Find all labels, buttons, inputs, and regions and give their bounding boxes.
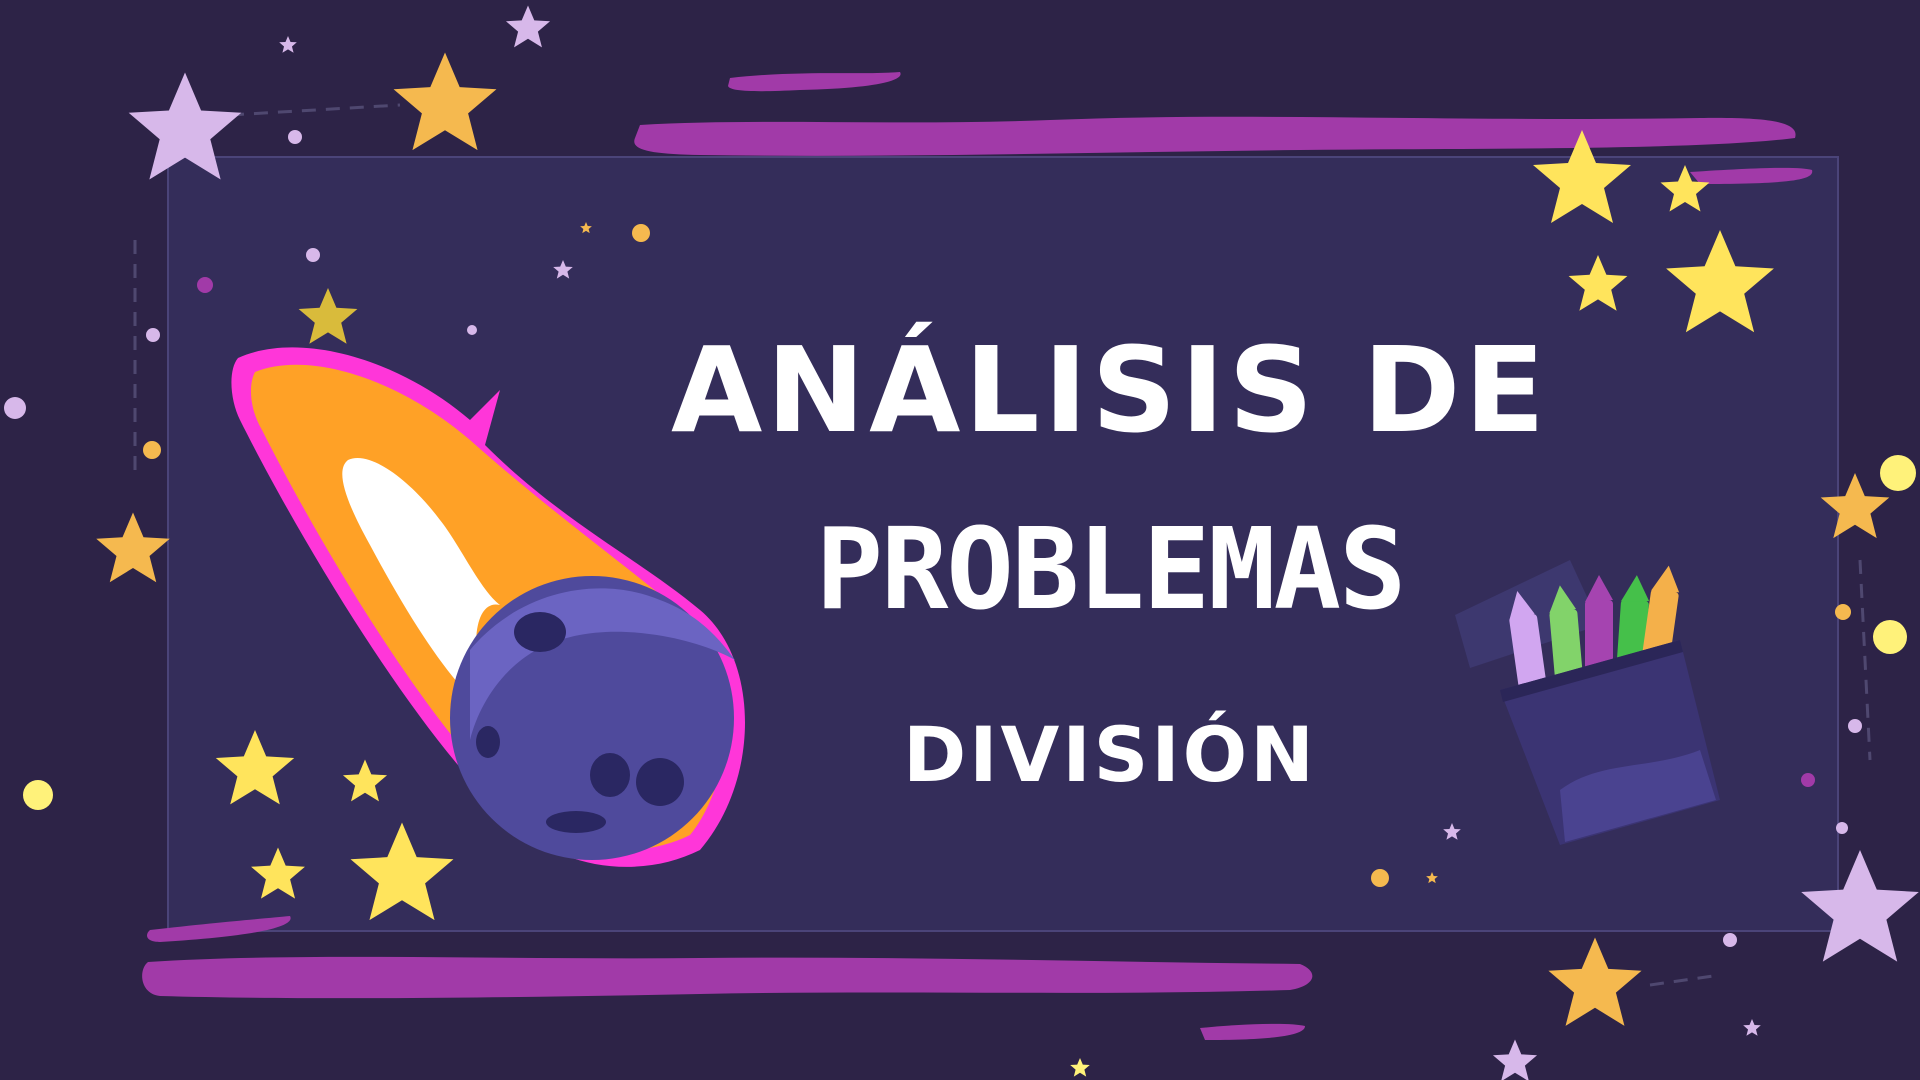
title-line-2: PROBLEMAS: [815, 505, 1407, 635]
subtitle: DIVISIÓN: [903, 710, 1317, 799]
title-line-1: ANÁLISIS DE: [670, 321, 1549, 459]
title-block: ANÁLISIS DE PROBLEMAS DIVISIÓN: [560, 320, 1660, 820]
